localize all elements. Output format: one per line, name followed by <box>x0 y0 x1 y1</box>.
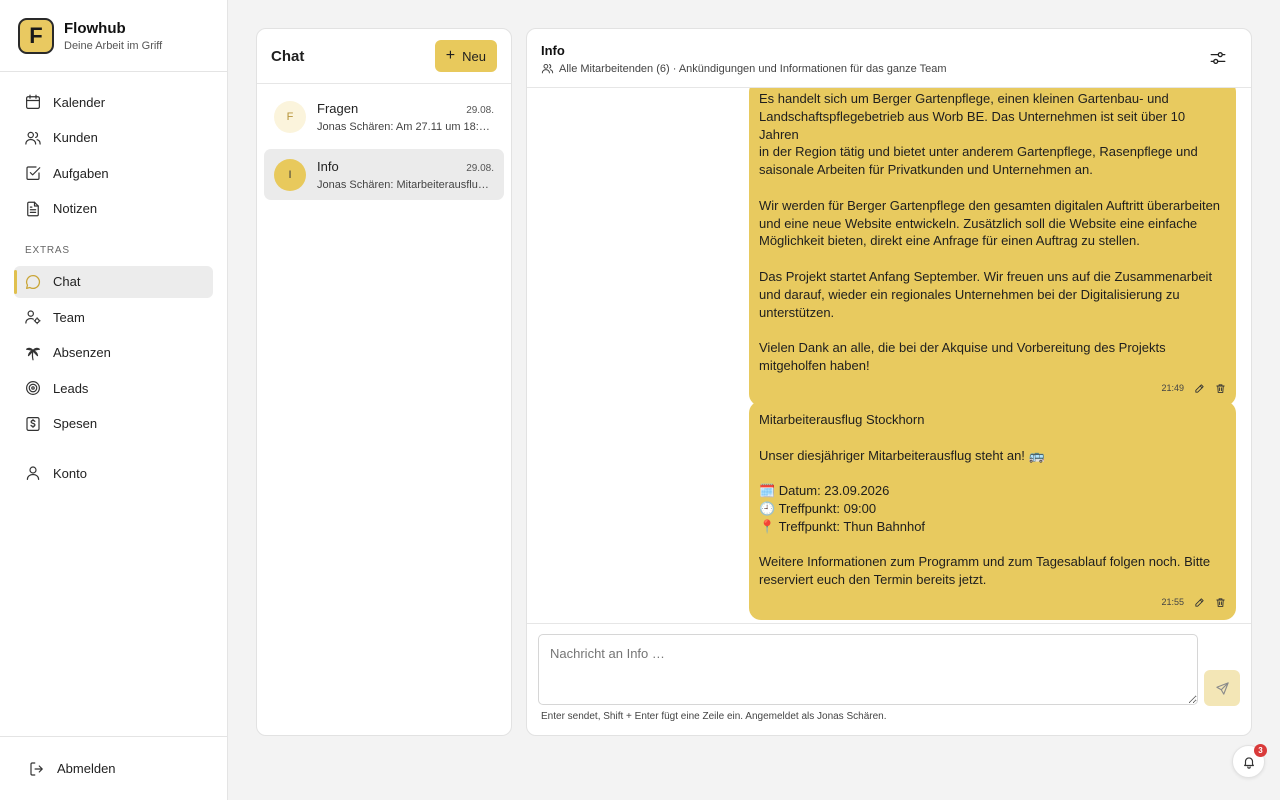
message-line: Vielen Dank an alle, die bei der Akquise… <box>759 340 1166 356</box>
message-line: und eine neue Website entwickeln. Zusätz… <box>759 215 1198 231</box>
receipt-icon <box>26 416 40 431</box>
new-chat-label: Neu <box>462 48 486 64</box>
logout-icon <box>30 761 43 776</box>
sidebar-item-chat[interactable]: Chat <box>14 265 213 298</box>
send-icon <box>1215 681 1229 695</box>
extras-heading: EXTRAS <box>25 244 70 256</box>
edit-icon[interactable] <box>1194 383 1205 394</box>
sidebar-item-label: Spesen <box>53 416 98 431</box>
chat-list-panel: Chat + Neu F Fragen 29.08. Jonas Schären… <box>256 28 512 736</box>
message-line: 🕘 Treffpunkt: 09:00 <box>759 500 877 516</box>
sidebar-item-label: Kunden <box>53 130 98 145</box>
brand: F Flowhub Deine Arbeit im Griff <box>0 0 227 72</box>
message-line: Unser diesjähriger Mitarbeiterausflug st… <box>759 447 1045 463</box>
sidebar-item-label: Aufgaben <box>53 165 109 181</box>
message-composer: Enter sendet, Shift + Enter fügt eine Ze… <box>527 623 1251 735</box>
conversation-item-fragen[interactable]: F Fragen 29.08. Jonas Schären: Am 27.11 … <box>264 91 504 142</box>
message-line: Möglichkeit bieten, direkt eine Anfrage … <box>759 233 1140 249</box>
main-nav: Kalender Kunden Aufgaben Notizen EXTRAS … <box>0 72 227 489</box>
message-line: und darauf, wieder ein regionales Untern… <box>759 286 1180 302</box>
message-bubble: Es handelt sich um Berger Gartenpflege, … <box>749 88 1236 406</box>
message-list: Es handelt sich um Berger Gartenpflege, … <box>527 88 1251 624</box>
conversation-avatar: I <box>274 158 306 191</box>
sidebar-item-kunden[interactable]: Kunden <box>14 122 213 154</box>
message-line: mitgeholfen haben! <box>759 357 870 373</box>
edit-icon[interactable] <box>1194 597 1205 608</box>
sidebar-item-label: Konto <box>53 465 87 481</box>
members-icon <box>541 63 554 74</box>
message-line: Landschaftspflegebetrieb aus Worb BE. Da… <box>759 108 1186 142</box>
message-time: 21:55 <box>1161 596 1184 607</box>
new-chat-button[interactable]: + Neu <box>434 40 497 72</box>
conversation-name: Info <box>317 158 339 174</box>
message-bubble: Mitarbeiterausflug Stockhorn Unser diesj… <box>749 401 1236 620</box>
sidebar-item-leads[interactable]: Leads <box>14 372 213 404</box>
checkbox-icon <box>26 166 41 180</box>
message-line: Es handelt sich um Berger Gartenpflege, … <box>759 91 1169 106</box>
composer-hint: Enter sendet, Shift + Enter fügt eine Ze… <box>541 711 887 722</box>
bell-icon <box>1243 756 1254 769</box>
sidebar-item-label: Notizen <box>53 201 98 216</box>
sidebar-item-team[interactable]: Team <box>14 301 213 333</box>
sidebar-item-kalender[interactable]: Kalender <box>14 86 213 118</box>
sidebar-item-label: Team <box>53 309 85 325</box>
calendar-icon <box>26 94 40 109</box>
message-line: in der Region tätig und bietet unter and… <box>759 144 1198 160</box>
conversation-date: 29.08. <box>466 162 494 174</box>
message-line: reserviert euch den Termin bereits jetzt… <box>759 572 987 588</box>
message-time: 21:49 <box>1161 382 1184 393</box>
message-line: unterstützen. <box>759 304 835 320</box>
chat-list-title: Chat <box>271 47 305 65</box>
message-line: Wir werden für Berger Gartenpflege den g… <box>759 197 1221 213</box>
notes-icon <box>27 201 39 216</box>
plus-icon: + <box>445 47 456 64</box>
brand-tagline: Deine Arbeit im Griff <box>64 39 163 52</box>
target-icon <box>26 381 40 395</box>
send-button[interactable] <box>1204 670 1240 706</box>
conversation-item-info[interactable]: I Info 29.08. Jonas Schären: Mitarbeiter… <box>264 149 504 200</box>
sidebar-item-aufgaben[interactable]: Aufgaben <box>14 157 213 189</box>
message-line: 🗓️ Datum: 23.09.2026 <box>759 483 890 499</box>
sidebar: F Flowhub Deine Arbeit im Griff Kalender… <box>0 0 228 800</box>
sidebar-item-spesen[interactable]: Spesen <box>14 408 213 440</box>
chat-icon <box>25 274 41 289</box>
logout-label: Abmelden <box>57 761 116 776</box>
sidebar-item-label: Absenzen <box>53 345 111 360</box>
conversation-title: Info <box>541 43 565 58</box>
conversation-panel: Info Alle Mitarbeitenden (6) · Ankündigu… <box>526 28 1252 736</box>
message-line: Weitere Informationen zum Programm und z… <box>759 554 1211 570</box>
message-line: saisonale Arbeiten für Privatkunden und … <box>759 162 1093 178</box>
message-input[interactable] <box>538 634 1198 705</box>
sidebar-item-label: Chat <box>53 274 81 289</box>
message-line: 📍 Treffpunkt: Thun Bahnhof <box>759 518 926 534</box>
sidebar-item-label: Leads <box>53 380 89 396</box>
conversation-header: Info Alle Mitarbeitenden (6) · Ankündigu… <box>527 29 1251 88</box>
notification-count-badge: 3 <box>1254 744 1267 757</box>
brand-name: Flowhub <box>64 19 126 37</box>
palm-tree-icon <box>26 347 40 360</box>
sliders-icon[interactable] <box>1209 49 1227 67</box>
sidebar-item-notizen[interactable]: Notizen <box>14 193 213 225</box>
user-icon <box>26 466 40 480</box>
conversation-name: Fragen <box>317 100 359 116</box>
trash-icon[interactable] <box>1215 383 1226 394</box>
logo: F <box>18 17 54 54</box>
message-line: Das Projekt startet Anfang September. Wi… <box>759 268 1213 284</box>
sidebar-item-konto[interactable]: Konto <box>14 457 213 489</box>
users-icon <box>25 131 41 145</box>
conversation-preview: Jonas Schären: Am 27.11 um 18:00 … <box>317 120 494 133</box>
conversation-subtitle: Alle Mitarbeitenden (6) · Ankündigungen … <box>559 62 947 75</box>
conversation-avatar: F <box>274 100 306 133</box>
message-line: Mitarbeiterausflug Stockhorn <box>759 412 925 427</box>
conversation-preview: Jonas Schären: Mitarbeiterausflug… <box>317 178 494 191</box>
trash-icon[interactable] <box>1215 597 1226 608</box>
sidebar-item-absenzen[interactable]: Absenzen <box>14 337 213 369</box>
sidebar-item-label: Kalender <box>53 94 106 110</box>
logout-button[interactable]: Abmelden <box>0 736 227 800</box>
team-icon <box>25 310 41 325</box>
conversation-date: 29.08. <box>466 104 494 116</box>
